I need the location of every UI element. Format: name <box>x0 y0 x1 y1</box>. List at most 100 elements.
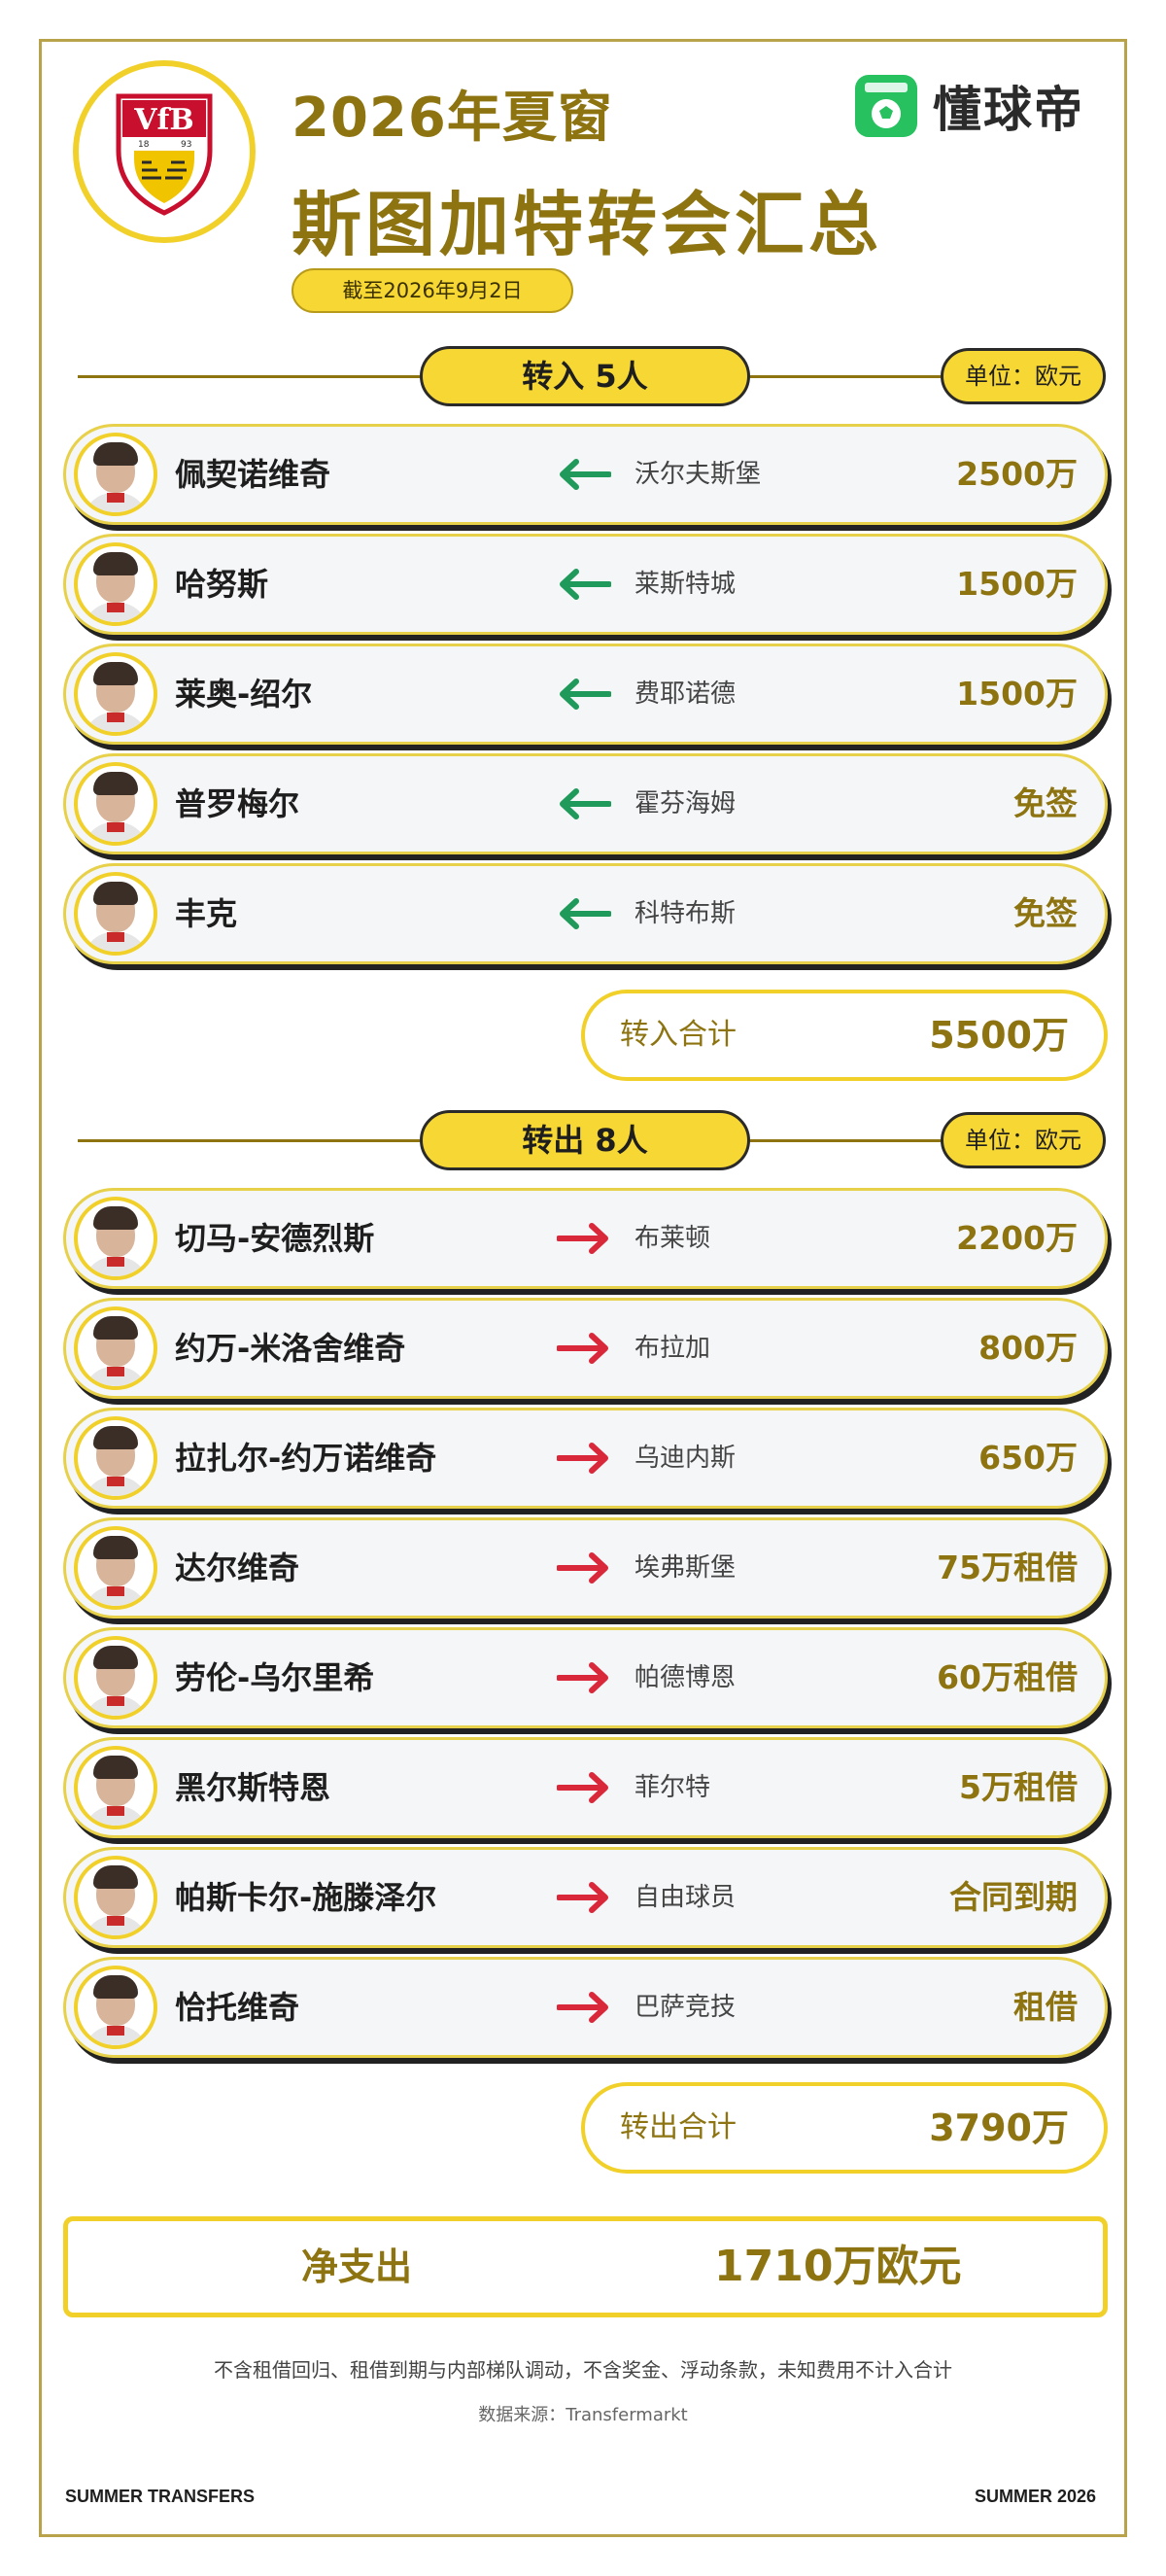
player-avatar <box>74 542 157 626</box>
vfb-crest-icon: VfB 18 93 <box>116 93 213 216</box>
player-avatar <box>74 762 157 846</box>
player-row: 帕斯卡尔-施滕泽尔 自由球员 合同到期 <box>63 1847 1108 1948</box>
arrow-left-icon <box>560 898 611 929</box>
net-spend-label: 净支出 <box>301 2245 413 2288</box>
arrow-left-icon <box>560 788 611 819</box>
incoming-total: 转入合计 5500万 <box>581 990 1108 1081</box>
player-row: 切马-安德烈斯 布莱顿 2200万 <box>63 1188 1108 1289</box>
player-avatar <box>74 1636 157 1720</box>
footer-right: SUMMER 2026 <box>974 2487 1096 2506</box>
arrow-right-icon <box>557 1772 608 1803</box>
player-avatar <box>74 1856 157 1939</box>
player-name: 丰克 <box>175 895 238 932</box>
incoming-heading: 转入 5人 <box>420 346 750 406</box>
arrow-right-icon <box>557 1552 608 1584</box>
player-row: 约万-米洛舍维奇 布拉加 800万 <box>63 1298 1108 1399</box>
outgoing-list: 切马-安德烈斯 布莱顿 2200万约万-米洛舍维奇 布拉加 800万拉扎尔-约万诺维奇 乌… <box>63 1188 1108 2067</box>
unit-label: 单位：欧元 <box>941 348 1106 404</box>
player-name: 恰托维奇 <box>175 1989 300 2026</box>
player-name: 切马-安德烈斯 <box>175 1220 375 1257</box>
transfer-fee: 5万租借 <box>959 1768 1078 1806</box>
player-name: 佩契诺维奇 <box>175 456 331 493</box>
club-name: 乌迪内斯 <box>634 1444 737 1473</box>
title-year: 2026年夏窗 <box>292 87 613 150</box>
arrow-left-icon <box>560 569 611 600</box>
incoming-total-value: 5500万 <box>929 1014 1069 1057</box>
club-name: 沃尔夫斯堡 <box>634 460 762 489</box>
club-name: 费耶诺德 <box>634 679 737 709</box>
page-title: 斯图加特转会汇总 <box>292 184 883 265</box>
outgoing-total-value: 3790万 <box>929 2106 1069 2149</box>
arrow-right-icon <box>557 1333 608 1364</box>
club-name: 巴萨竞技 <box>634 1993 737 2022</box>
player-name: 达尔维奇 <box>175 1549 300 1586</box>
unit-label: 单位：欧元 <box>941 1112 1106 1168</box>
svg-text:93: 93 <box>181 140 191 150</box>
player-row: 黑尔斯特恩 菲尔特 5万租借 <box>63 1737 1108 1838</box>
player-avatar <box>74 872 157 956</box>
footnote: 不含租借回归、租借到期与内部梯队调动，不含奖金、浮动条款，未知费用不计入合计 <box>214 2358 952 2382</box>
arrow-right-icon <box>557 1443 608 1474</box>
player-avatar <box>74 1526 157 1610</box>
player-name: 普罗梅尔 <box>175 785 300 822</box>
data-source: 数据来源：Transfermarkt <box>478 2405 688 2425</box>
transfer-fee: 租借 <box>1013 1988 1078 2026</box>
player-name: 拉扎尔-约万诺维奇 <box>175 1440 437 1477</box>
transfer-fee: 合同到期 <box>949 1878 1078 1916</box>
club-name: 帕德博恩 <box>634 1663 737 1692</box>
player-row: 佩契诺维奇 沃尔夫斯堡 2500万 <box>63 424 1108 525</box>
transfer-fee: 免签 <box>1013 894 1078 932</box>
player-row: 劳伦-乌尔里希 帕德博恩 60万租借 <box>63 1627 1108 1728</box>
player-name: 劳伦-乌尔里希 <box>175 1659 375 1696</box>
transfer-fee: 2200万 <box>956 1219 1078 1257</box>
player-avatar <box>74 1306 157 1390</box>
arrow-right-icon <box>557 1662 608 1693</box>
player-row: 莱奥-绍尔 费耶诺德 1500万 <box>63 644 1108 745</box>
arrow-right-icon <box>557 1882 608 1913</box>
transfer-fee: 1500万 <box>956 675 1078 713</box>
player-avatar <box>74 1746 157 1829</box>
footer-left: SUMMER TRANSFERS <box>65 2487 256 2506</box>
brand-logo: 懂球帝 <box>855 72 1084 140</box>
outgoing-heading: 转出 8人 <box>420 1110 750 1170</box>
transfer-fee: 2500万 <box>956 455 1078 493</box>
transfer-fee: 1500万 <box>956 565 1078 603</box>
arrow-right-icon <box>557 1992 608 2023</box>
transfer-fee: 75万租借 <box>937 1549 1078 1586</box>
club-name: 菲尔特 <box>634 1773 711 1802</box>
player-avatar <box>74 1966 157 2049</box>
transfer-fee: 免签 <box>1013 784 1078 822</box>
transfer-fee: 60万租借 <box>937 1658 1078 1696</box>
svg-text:18: 18 <box>138 140 150 150</box>
brand-name: 懂球帝 <box>933 82 1084 138</box>
arrow-left-icon <box>560 459 611 490</box>
player-row: 达尔维奇 埃弗斯堡 75万租借 <box>63 1517 1108 1619</box>
player-name: 哈努斯 <box>175 566 269 603</box>
player-name: 约万-米洛舍维奇 <box>175 1330 406 1367</box>
arrow-left-icon <box>560 679 611 710</box>
transfer-fee: 650万 <box>978 1439 1078 1477</box>
club-name: 科特布斯 <box>634 899 737 928</box>
player-row: 普罗梅尔 霍芬海姆 免签 <box>63 753 1108 854</box>
player-name: 帕斯卡尔-施滕泽尔 <box>175 1879 437 1916</box>
player-avatar <box>74 652 157 736</box>
football-app-icon <box>855 75 917 137</box>
club-name: 布拉加 <box>634 1334 711 1363</box>
player-name: 莱奥-绍尔 <box>175 676 313 713</box>
transfer-fee: 800万 <box>978 1329 1078 1367</box>
club-name: 霍芬海姆 <box>634 789 737 818</box>
club-logo: VfB 18 93 <box>73 60 256 243</box>
incoming-total-label: 转入合计 <box>620 1018 737 1052</box>
arrow-right-icon <box>557 1223 608 1254</box>
player-row: 丰克 科特布斯 免签 <box>63 863 1108 964</box>
incoming-list: 佩契诺维奇 沃尔夫斯堡 2500万 哈努斯 莱斯特城 1500万 莱奥-绍尔 费耶诺德 1500… <box>63 424 1108 973</box>
player-avatar <box>74 1197 157 1280</box>
net-spend-box: 净支出 1710万欧元 <box>63 2216 1108 2317</box>
player-avatar <box>74 433 157 516</box>
club-name: 莱斯特城 <box>634 570 737 599</box>
net-spend-value: 1710万欧元 <box>714 2242 962 2291</box>
svg-text:VfB: VfB <box>133 103 194 137</box>
club-name: 布莱顿 <box>634 1224 711 1253</box>
outgoing-total: 转出合计 3790万 <box>581 2082 1108 2174</box>
club-name: 埃弗斯堡 <box>634 1553 737 1583</box>
